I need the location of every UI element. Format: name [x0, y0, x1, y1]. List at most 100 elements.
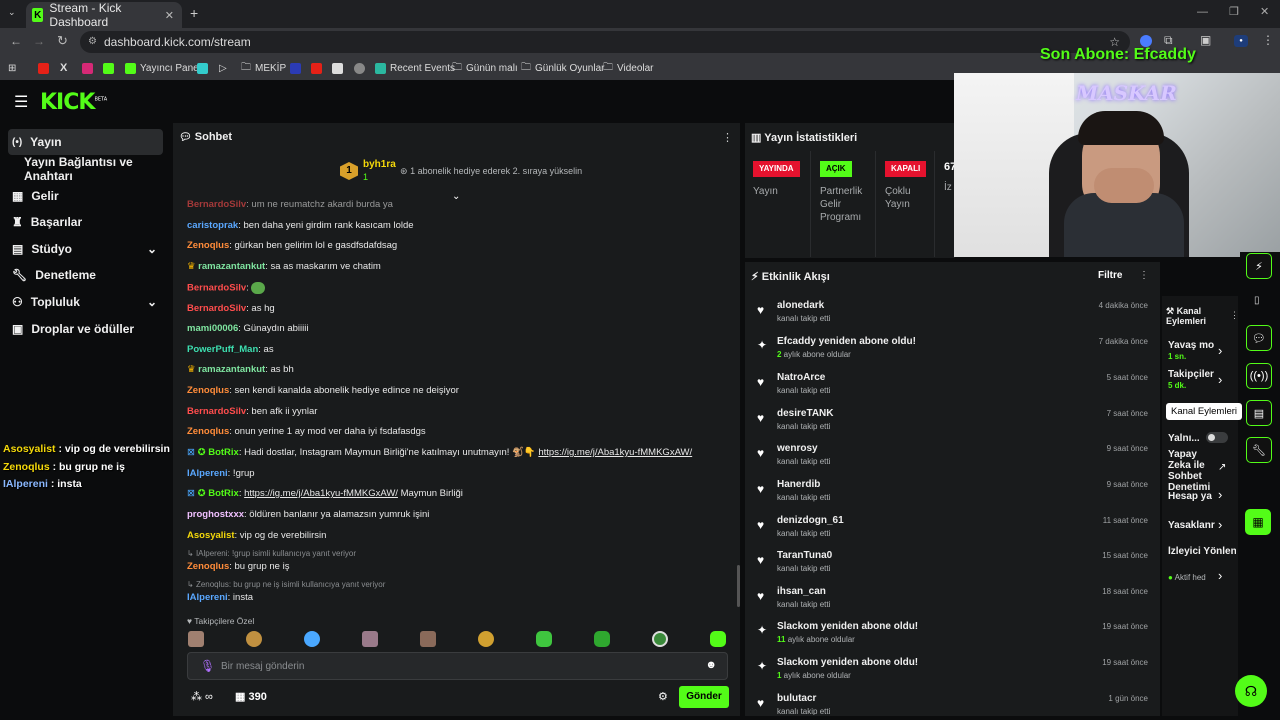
event-item[interactable]: ♥ desireTANK kanalı takip etti 7 saat önce [755, 408, 1150, 442]
support-headset-icon[interactable]: ☊ [1235, 675, 1267, 707]
reply-context[interactable]: ↳ IAlpereni: !grup isimli kullanıcıya ya… [187, 549, 356, 558]
bookmark-icon-3[interactable] [290, 60, 301, 76]
event-item[interactable]: ✦ Slackom yeniden abone oldu! 11 aylık abo… [755, 621, 1150, 655]
chat-username[interactable]: PowerPuff_Man [187, 344, 258, 355]
followers-only-item[interactable]: Takipçiler 5 dk. [1168, 369, 1214, 391]
bookmark-icon-4[interactable] [311, 60, 322, 76]
chat-settings-icon[interactable]: ⚙ [658, 690, 668, 703]
bookmark-recent-events[interactable]: Recent Events [375, 60, 455, 76]
chat-username[interactable]: BotRix [208, 488, 239, 499]
browser-tab[interactable]: K Stream - Kick Dashboard ✕ [26, 1, 182, 29]
store-points[interactable]: ▦ 390 [235, 690, 267, 703]
chat-username[interactable]: Asosyalist [187, 530, 235, 541]
site-info-icon[interactable]: ⚙ [88, 31, 97, 53]
chat-username[interactable]: BotRix [208, 447, 239, 458]
chat-username[interactable]: ramazantankut [198, 261, 265, 272]
restore-icon[interactable]: ❐ [1229, 5, 1239, 18]
slow-mode-item[interactable]: Yavaş mo 1 sn. [1168, 340, 1214, 362]
sidebar-item-studyo[interactable]: ▤ Stüdyo ⌄ [8, 236, 163, 262]
chat-link[interactable]: https://ig.me/j/Aba1kyu-fMMKGxAW/ [538, 447, 692, 458]
bookmark-icon-1[interactable] [197, 60, 208, 76]
event-item[interactable]: ✦ Efcaddy yeniden abone oldu! 2 aylık abon… [755, 336, 1150, 370]
profile-avatar[interactable]: ● [1234, 35, 1248, 47]
sidebar-item-denetleme[interactable]: 🔧︎ Denetleme [8, 262, 163, 288]
back-icon[interactable]: ← [10, 34, 22, 48]
account-age-item[interactable]: Hesap ya [1168, 491, 1212, 502]
chat-username[interactable]: BernardoSilv [187, 303, 246, 314]
emote-10[interactable] [710, 631, 726, 647]
chat-username[interactable]: proghostxxx [187, 509, 244, 520]
bookmark-mekip[interactable]: 🗀 MEKİP [241, 60, 286, 76]
bookmark-icon-5[interactable] [332, 60, 343, 76]
hamburger-menu-icon[interactable]: ☰ [14, 92, 28, 112]
chat-username[interactable]: Zenoqlus [187, 385, 229, 396]
sidebar-item-topluluk[interactable]: ⚇ Topluluk ⌄ [8, 289, 163, 315]
chat-username[interactable]: Zenoqlus [187, 561, 229, 572]
emote-4[interactable] [362, 631, 378, 647]
external-link-icon[interactable]: ↗ [1218, 462, 1226, 473]
quick-actions-icon[interactable]: ⚡︎ [1246, 253, 1272, 279]
chat-username[interactable]: IAlpereni [187, 468, 228, 479]
chat-scrollbar[interactable] [737, 565, 740, 607]
bookmark-videolar[interactable]: 🗀 Videolar [603, 60, 654, 76]
event-item[interactable]: ♥ ihsan_can kanalı takip etti 18 saat önce [755, 586, 1150, 620]
activity-menu-icon[interactable]: ⋮ [1139, 270, 1149, 281]
chevron-right-icon[interactable]: › [1218, 568, 1222, 583]
close-tab-icon[interactable]: ✕ [165, 9, 174, 22]
reply-context[interactable]: ↳ Zenoqlus: bu grup ne iş isimli kullanı… [187, 580, 385, 589]
youtube-bookmark-icon[interactable] [38, 60, 49, 76]
bookmark-gunluk-oyunlar[interactable]: 🗀 Günlük Oyunlar [521, 60, 604, 76]
leaderboard-user[interactable]: byh1ra [363, 159, 396, 170]
clapperboard-icon[interactable]: ▦ [1245, 509, 1271, 535]
event-item[interactable]: ♥ NatroArce kanalı takip etti 5 saat önce [755, 372, 1150, 406]
chat-input-box[interactable]: 🎙︎ Bir mesaj gönderin ☻ [187, 652, 728, 680]
event-item[interactable]: ♥ TaranTuna0 kanalı takip etti 15 saat önce [755, 550, 1150, 584]
chat-tool-icon[interactable]: 💬︎ [1246, 325, 1272, 351]
instagram-bookmark-icon[interactable] [82, 60, 93, 76]
collapse-pinned-icon[interactable]: ⌄ [452, 191, 460, 202]
chat-username[interactable]: caristoprak [187, 220, 238, 231]
chat-username[interactable]: IAlpereni [187, 592, 228, 603]
chevron-right-icon[interactable]: › [1218, 372, 1222, 387]
event-item[interactable]: ♥ Hanerdib kanalı takip etti 9 saat önce [755, 479, 1150, 513]
emote-6[interactable] [478, 631, 494, 647]
emote-3[interactable] [304, 631, 320, 647]
x-bookmark-icon[interactable]: X [60, 60, 67, 76]
emoji-picker-icon[interactable]: ☻ [705, 659, 717, 671]
minimize-icon[interactable]: — [1197, 6, 1208, 18]
emote-8[interactable] [594, 631, 610, 647]
event-item[interactable]: ♥ denizdogn_61 kanalı takip etti 11 saat ön… [755, 515, 1150, 549]
channel-points-info[interactable]: ⁂ ∞ [191, 690, 213, 703]
active-target-item[interactable]: ● Aktif hed [1168, 572, 1206, 583]
document-icon[interactable]: ▯ [1254, 295, 1260, 306]
event-item[interactable]: ♥ bulutacr kanalı takip etti 1 gün önce [755, 693, 1150, 715]
channel-actions-tool-icon[interactable]: ▤ [1246, 400, 1272, 426]
subs-only-toggle[interactable] [1206, 432, 1228, 443]
new-tab-icon[interactable]: + [190, 5, 198, 21]
sidebar-item-yayin[interactable]: (•) Yayın [8, 129, 163, 155]
banned-words-item[interactable]: Yasaklanr [1168, 520, 1215, 531]
chevron-right-icon[interactable]: › [1218, 487, 1222, 502]
bookmark-icon-6[interactable] [354, 60, 365, 76]
menu-dots-icon[interactable]: ⋮ [1262, 33, 1274, 47]
event-item[interactable]: ♥ wenrosy kanalı takip etti 9 saat önce [755, 443, 1150, 477]
ai-moderation-item[interactable]: Yapay Zeka ile Sohbet Denetimi [1168, 449, 1216, 493]
emote-7[interactable] [536, 631, 552, 647]
reload-icon[interactable]: ↻ [57, 33, 68, 49]
chat-username[interactable]: mami00006 [187, 323, 238, 334]
chat-menu-icon[interactable]: ⋮ [722, 131, 733, 144]
emote-2[interactable] [246, 631, 262, 647]
microphone-icon[interactable]: 🎙︎ [200, 659, 215, 673]
bookmark-gunun-mali[interactable]: 🗀 Günün malı [452, 60, 518, 76]
bookmark-yayinci-paneli[interactable]: Yayıncı Paneli [125, 60, 203, 76]
chat-username[interactable]: Zenoqlus [187, 426, 229, 437]
chat-username[interactable]: BernardoSilv [187, 199, 246, 210]
chat-username[interactable]: Zenoqlus [187, 240, 229, 251]
chat-username[interactable]: BernardoSilv [187, 406, 246, 417]
sidepanel-icon[interactable]: ▣ [1200, 33, 1211, 47]
sidebar-item-basarilar[interactable]: ♜ Başarılar [8, 209, 163, 235]
apps-grid-icon[interactable]: ⊞ [8, 60, 16, 76]
event-item[interactable]: ✦ Slackom yeniden abone oldu! 1 aylık abon… [755, 657, 1150, 691]
viewer-redirect-item[interactable]: İzleyici Yönlenc [1168, 546, 1236, 557]
filter-button[interactable]: Filtre [1098, 270, 1122, 281]
